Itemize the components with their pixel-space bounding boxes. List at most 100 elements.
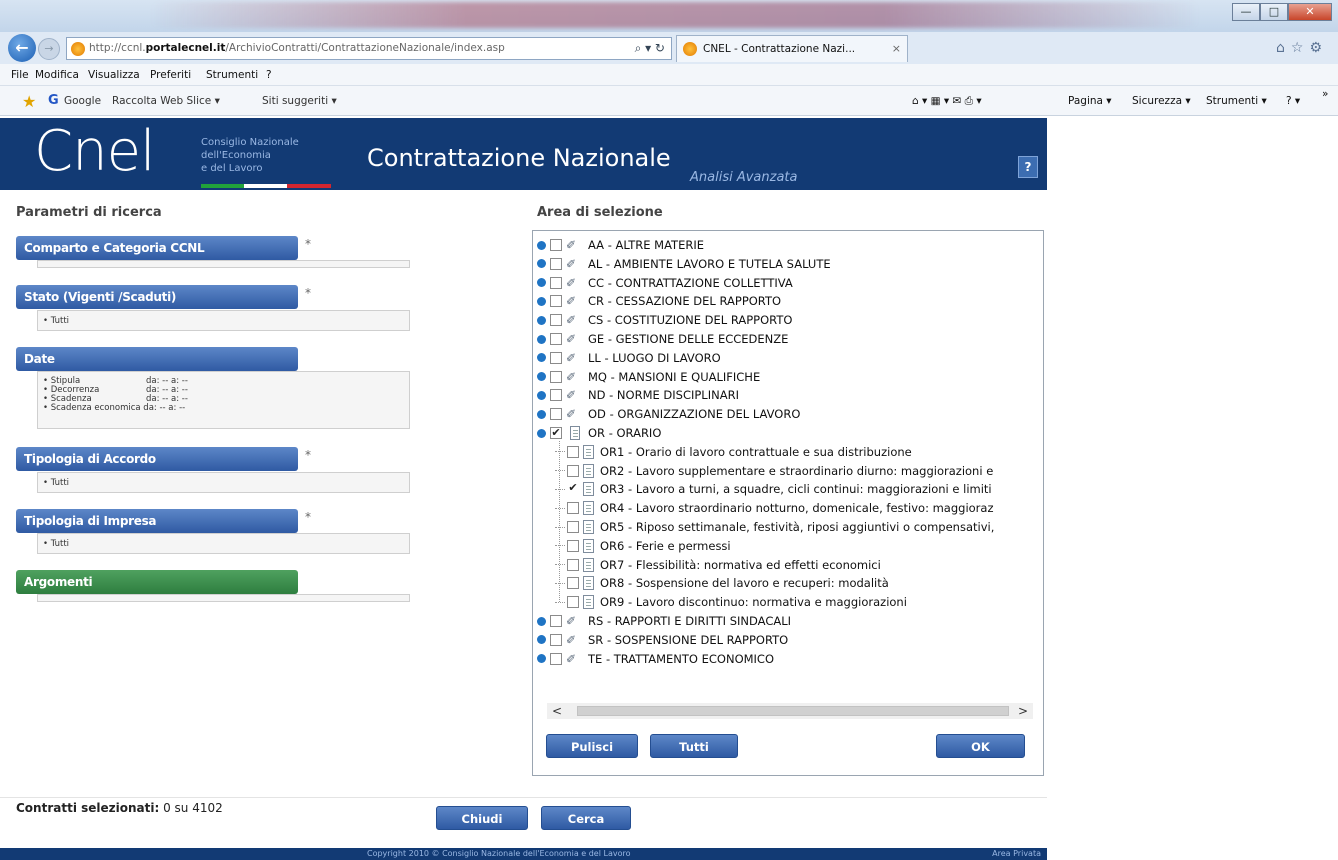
tree-checkbox[interactable]	[567, 502, 579, 515]
expand-icon[interactable]	[537, 259, 546, 269]
expand-icon[interactable]	[537, 334, 546, 344]
expand-icon[interactable]	[537, 296, 546, 306]
command-icons[interactable]: ⌂ ▾ ▦ ▾ ✉ ⎙ ▾	[912, 95, 982, 108]
expand-icon[interactable]	[537, 635, 546, 645]
tree-checkbox[interactable]	[550, 276, 562, 289]
fav-google[interactable]: Google	[64, 95, 101, 107]
impresa-button[interactable]: Tipologia di Impresa	[16, 509, 298, 533]
tree-checkbox[interactable]	[550, 370, 562, 383]
tree-checkbox[interactable]	[550, 239, 562, 251]
expand-icon[interactable]	[537, 353, 546, 363]
cmd-strumenti[interactable]: Strumenti ▾	[1206, 95, 1267, 107]
cmd-sicurezza[interactable]: Sicurezza ▾	[1132, 95, 1191, 107]
tree-child-node[interactable]: OR1 - Orario di lavoro contrattuale e su…	[555, 443, 912, 461]
forward-button[interactable]: →	[38, 38, 60, 60]
ok-button[interactable]: OK	[936, 734, 1025, 758]
tree-checkbox[interactable]	[550, 408, 562, 421]
tree-checkbox[interactable]	[550, 633, 562, 646]
menu-visualizza[interactable]: Visualizza	[88, 69, 140, 81]
tree-child-node[interactable]: OR8 - Sospensione del lavoro e recuperi:…	[555, 574, 889, 592]
argomenti-button[interactable]: Argomenti	[16, 570, 298, 594]
scroll-left-icon[interactable]: <	[549, 703, 565, 719]
expand-icon[interactable]	[537, 278, 546, 288]
menu-help[interactable]: ?	[266, 69, 272, 81]
tree-node[interactable]: ✐ CR - CESSAZIONE DEL RAPPORTO	[537, 292, 781, 310]
cerca-button[interactable]: Cerca	[541, 806, 631, 830]
tree-checkbox[interactable]: ✔	[567, 482, 579, 496]
tree-checkbox[interactable]	[550, 389, 562, 402]
tree-child-node[interactable]: ✔ OR3 - Lavoro a turni, a squadre, cicli …	[555, 480, 992, 498]
tree-node[interactable]: ✐ AA - ALTRE MATERIE	[537, 236, 704, 254]
expand-icon[interactable]	[537, 654, 546, 664]
stato-button[interactable]: Stato (Vigenti /Scaduti)	[16, 285, 298, 309]
help-button[interactable]: ?	[1018, 156, 1038, 178]
tree-child-node[interactable]: OR5 - Riposo settimanale, festività, rip…	[555, 518, 994, 536]
tree-node[interactable]: ✔ OR - ORARIO	[537, 424, 661, 442]
favorites-star-icon[interactable]: ★	[22, 92, 36, 111]
horizontal-scrollbar[interactable]: < >	[547, 703, 1033, 719]
accordo-button[interactable]: Tipologia di Accordo	[16, 447, 298, 471]
tree-child-node[interactable]: OR9 - Lavoro discontinuo: normativa e ma…	[555, 593, 907, 611]
comparto-button[interactable]: Comparto e Categoria CCNL	[16, 236, 298, 260]
cmd-more-icon[interactable]: »	[1322, 88, 1328, 100]
tree-checkbox[interactable]	[550, 295, 562, 308]
pulisci-button[interactable]: Pulisci	[546, 734, 638, 758]
maximize-button[interactable]: □	[1260, 3, 1288, 21]
menu-strumenti[interactable]: Strumenti	[206, 69, 258, 81]
tree-checkbox[interactable]	[550, 652, 562, 665]
minimize-button[interactable]: —	[1232, 3, 1260, 21]
tree-node[interactable]: ✐ LL - LUOGO DI LAVORO	[537, 349, 721, 367]
search-refresh-icons[interactable]: ⌕ ▾ ↻	[635, 41, 665, 56]
browser-tab[interactable]: CNEL - Contrattazione Nazi... ×	[676, 35, 908, 62]
close-window-button[interactable]: ✕	[1288, 3, 1332, 21]
cmd-help[interactable]: ? ▾	[1286, 95, 1300, 107]
tree-checkbox[interactable]	[550, 615, 562, 627]
expand-icon[interactable]	[537, 372, 546, 382]
tree-checkbox[interactable]	[550, 314, 562, 327]
tree-node[interactable]: ✐ AL - AMBIENTE LAVORO E TUTELA SALUTE	[537, 255, 831, 273]
expand-icon[interactable]	[537, 315, 546, 325]
tree-checkbox[interactable]: ✔	[550, 427, 562, 439]
tree-checkbox[interactable]	[550, 333, 562, 345]
tutti-button[interactable]: Tutti	[650, 734, 738, 758]
tree-checkbox[interactable]	[567, 558, 579, 571]
tree-checkbox[interactable]	[567, 445, 579, 458]
tree-node[interactable]: ✐ ND - NORME DISCIPLINARI	[537, 386, 739, 404]
tree-child-node[interactable]: OR4 - Lavoro straordinario notturno, dom…	[555, 499, 994, 517]
address-url[interactable]: http://ccnl.portalecnel.it/ArchivioContr…	[89, 42, 505, 54]
back-button[interactable]: ←	[8, 34, 36, 62]
menu-file[interactable]: File	[11, 69, 29, 81]
tree-child-node[interactable]: OR7 - Flessibilità: normativa ed effetti…	[555, 556, 881, 574]
expand-icon[interactable]	[537, 240, 546, 250]
selection-tree[interactable]: ✐ AA - ALTRE MATERIE ✐ AL - AMBIENTE LAVORO…	[533, 231, 1043, 699]
expand-icon[interactable]	[537, 390, 546, 400]
scroll-thumb[interactable]	[577, 706, 1009, 716]
tree-child-node[interactable]: OR6 - Ferie e permessi	[555, 537, 731, 555]
tree-node[interactable]: ✐ CC - CONTRATTAZIONE COLLETTIVA	[537, 274, 793, 292]
expand-icon[interactable]	[537, 409, 546, 419]
chiudi-button[interactable]: Chiudi	[436, 806, 528, 830]
tree-checkbox[interactable]	[550, 257, 562, 270]
fav-webslice[interactable]: Raccolta Web Slice ▾	[112, 95, 220, 107]
tree-node[interactable]: ✐ OD - ORGANIZZAZIONE DEL LAVORO	[537, 405, 800, 423]
fav-suggested[interactable]: Siti suggeriti ▾	[262, 95, 337, 107]
address-bar[interactable]: http://ccnl.portalecnel.it/ArchivioContr…	[66, 37, 672, 60]
home-favorites-settings-icons[interactable]: ⌂☆⚙	[1276, 40, 1328, 56]
menu-preferiti[interactable]: Preferiti	[150, 69, 191, 81]
tree-checkbox[interactable]	[567, 464, 579, 477]
tree-node[interactable]: ✐ TE - TRATTAMENTO ECONOMICO	[537, 650, 774, 668]
tab-close-icon[interactable]: ×	[892, 42, 901, 55]
tree-node[interactable]: ✐ GE - GESTIONE DELLE ECCEDENZE	[537, 330, 788, 348]
tree-checkbox[interactable]	[550, 351, 562, 364]
tree-checkbox[interactable]	[567, 577, 579, 590]
tree-node[interactable]: ✐ CS - COSTITUZIONE DEL RAPPORTO	[537, 311, 792, 329]
collapse-icon[interactable]	[537, 428, 546, 438]
cmd-pagina[interactable]: Pagina ▾	[1068, 95, 1112, 107]
expand-icon[interactable]	[537, 616, 546, 626]
tree-checkbox[interactable]	[567, 596, 579, 609]
tree-node[interactable]: ✐ RS - RAPPORTI E DIRITTI SINDACALI	[537, 612, 791, 630]
tree-child-node[interactable]: OR2 - Lavoro supplementare e straordinar…	[555, 462, 993, 480]
scroll-right-icon[interactable]: >	[1015, 703, 1031, 719]
menu-modifica[interactable]: Modifica	[35, 69, 79, 81]
area-privata-link[interactable]: Area Privata	[992, 848, 1041, 860]
